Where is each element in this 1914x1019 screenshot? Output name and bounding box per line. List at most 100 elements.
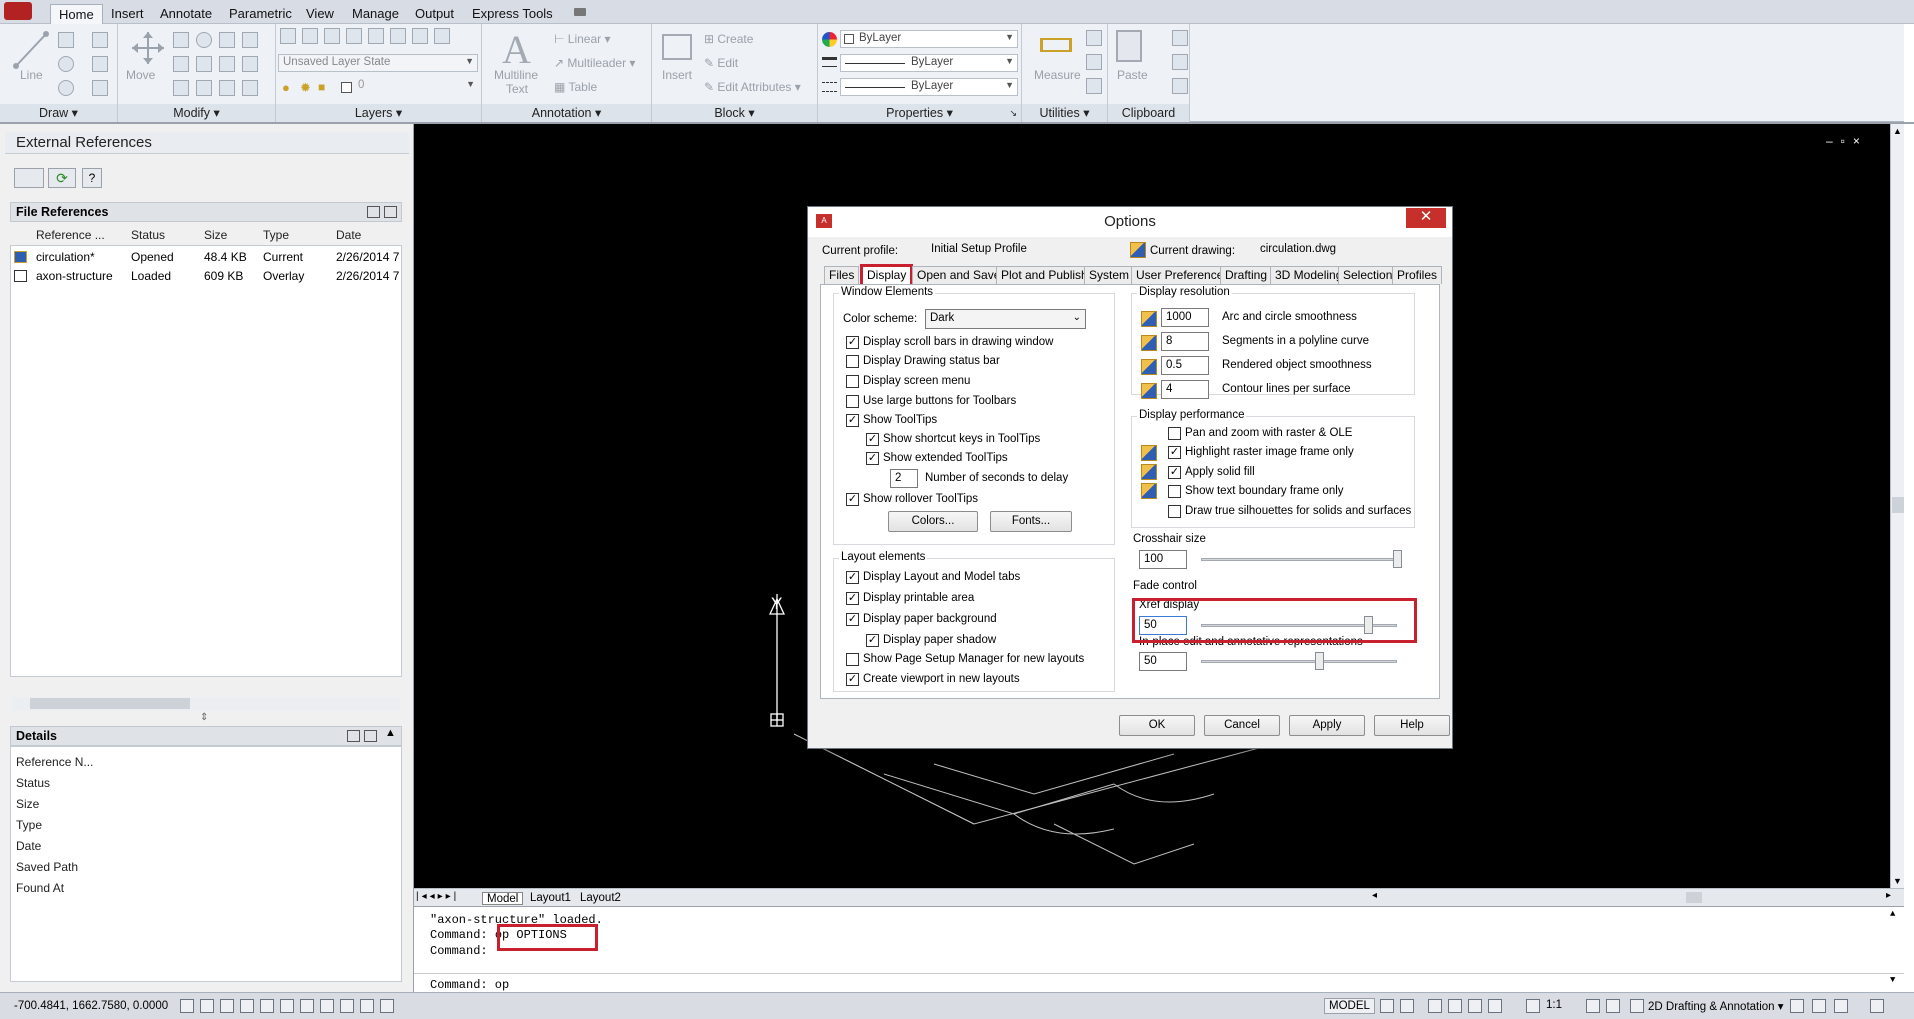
- rollover-tooltips-checkbox[interactable]: ✓: [846, 493, 859, 506]
- polyline-icon[interactable]: [58, 32, 74, 48]
- text-boundary-checkbox[interactable]: [1168, 485, 1181, 498]
- scroll-thumb[interactable]: [1892, 497, 1904, 513]
- large-buttons-checkbox[interactable]: [846, 395, 859, 408]
- tpy-icon[interactable]: [360, 999, 374, 1013]
- panel-utilities-label[interactable]: Utilities ▾: [1022, 104, 1107, 122]
- tab-home[interactable]: Home: [50, 4, 103, 24]
- viewport-window-controls[interactable]: –▫×: [1826, 134, 1868, 148]
- dialog-title-bar[interactable]: A Options ✕: [808, 207, 1452, 237]
- help-button[interactable]: Help: [1374, 715, 1450, 736]
- copy-icon[interactable]: [173, 32, 189, 48]
- scroll-down-icon[interactable]: ▼: [1893, 876, 1902, 886]
- tab-manage[interactable]: Manage: [352, 6, 399, 21]
- list-view-icon[interactable]: [367, 206, 380, 218]
- layer-isolate-icon[interactable]: [324, 28, 340, 44]
- linear-dimension-button[interactable]: ⊢ Linear ▾: [554, 32, 611, 46]
- paper-background-checkbox[interactable]: ✓: [846, 613, 859, 626]
- paper-shadow-checkbox[interactable]: ✓: [866, 634, 879, 647]
- details-view-icon[interactable]: [347, 730, 360, 742]
- scale-icon[interactable]: [173, 80, 189, 96]
- circle-icon[interactable]: [58, 56, 74, 72]
- steering-wheel-icon[interactable]: [1468, 999, 1482, 1013]
- tab-3d-modeling[interactable]: 3D Modeling: [1270, 266, 1348, 284]
- preview-view-icon[interactable]: [364, 730, 377, 742]
- stretch-icon[interactable]: [242, 56, 258, 72]
- polyline-segments-input[interactable]: 8: [1161, 332, 1209, 351]
- list-horizontal-scrollbar[interactable]: [12, 697, 400, 711]
- layer-freeze-icon[interactable]: [390, 28, 406, 44]
- hardware-acceleration-icon[interactable]: [1834, 999, 1848, 1013]
- crosshair-slider-thumb[interactable]: [1393, 550, 1402, 568]
- otrack-icon[interactable]: [280, 999, 294, 1013]
- polar-icon[interactable]: [240, 999, 254, 1013]
- tab-selection[interactable]: Selection: [1338, 266, 1398, 284]
- tab-insert[interactable]: Insert: [111, 6, 144, 21]
- tab-plot-and-publish[interactable]: Plot and Publish: [996, 266, 1093, 284]
- layer-match-icon[interactable]: [434, 28, 450, 44]
- help-icon[interactable]: ?: [82, 168, 102, 188]
- model-space-toggle[interactable]: MODEL: [1324, 998, 1375, 1014]
- join-icon[interactable]: [242, 80, 258, 96]
- quick-select-icon[interactable]: [1086, 30, 1102, 46]
- tab-annotate[interactable]: Annotate: [160, 6, 212, 21]
- hscroll-right-icon[interactable]: ▸: [1886, 890, 1891, 901]
- panel-modify-label[interactable]: Modify ▾: [118, 104, 275, 122]
- scrollbars-checkbox[interactable]: ✓: [846, 336, 859, 349]
- arc-smoothness-input[interactable]: 1000: [1161, 308, 1209, 327]
- ok-button[interactable]: OK: [1119, 715, 1195, 736]
- lock-icon[interactable]: ■: [318, 80, 325, 94]
- extended-tooltips-checkbox[interactable]: ✓: [866, 452, 879, 465]
- boundary-icon[interactable]: [92, 80, 108, 96]
- lineweight-dropdown[interactable]: ByLayer ▼: [840, 54, 1018, 72]
- fillet-icon[interactable]: [196, 56, 212, 72]
- layout-model-tabs-checkbox[interactable]: ✓: [846, 571, 859, 584]
- paste-icon[interactable]: [1116, 30, 1142, 62]
- apply-solid-fill-checkbox[interactable]: ✓: [1168, 466, 1181, 479]
- col-reference-name[interactable]: Reference ...: [36, 228, 105, 242]
- tree-view-icon[interactable]: [384, 206, 397, 218]
- page-setup-manager-checkbox[interactable]: [846, 653, 859, 666]
- table-row[interactable]: circulation* Opened 48.4 KB Current 2/26…: [10, 248, 400, 266]
- colors-button[interactable]: Colors...: [888, 511, 978, 532]
- printable-area-checkbox[interactable]: ✓: [846, 592, 859, 605]
- layout-tab-layout1[interactable]: Layout1: [526, 892, 575, 905]
- measure-icon[interactable]: [1040, 38, 1072, 52]
- true-silhouettes-checkbox[interactable]: [1168, 505, 1181, 518]
- lightbulb-icon[interactable]: ●: [282, 80, 290, 95]
- multileader-button[interactable]: ↗ Multileader ▾: [554, 56, 635, 70]
- show-tooltips-checkbox[interactable]: ✓: [846, 414, 859, 427]
- table-row[interactable]: axon-structure Loaded 609 KB Overlay 2/2…: [10, 267, 400, 285]
- collapse-icon[interactable]: ▲: [385, 727, 396, 739]
- tab-drafting[interactable]: Drafting: [1220, 266, 1273, 284]
- apply-button[interactable]: Apply: [1289, 715, 1365, 736]
- dyn-icon[interactable]: [320, 999, 334, 1013]
- col-size[interactable]: Size: [204, 228, 227, 242]
- snap-icon[interactable]: [180, 999, 194, 1013]
- crosshair-size-slider[interactable]: [1201, 558, 1397, 561]
- color-scheme-select[interactable]: Dark ⌄: [925, 309, 1086, 329]
- tab-view[interactable]: View: [306, 6, 334, 21]
- annotation-scale-icon[interactable]: [1526, 999, 1540, 1013]
- layer-state-icon[interactable]: [302, 28, 318, 44]
- copy-clip-icon[interactable]: [1172, 54, 1188, 70]
- col-status[interactable]: Status: [131, 228, 165, 242]
- quick-view-layouts-icon[interactable]: [1380, 999, 1394, 1013]
- coordinates-readout[interactable]: -700.4841, 1662.7580, 0.0000: [14, 1000, 168, 1012]
- tab-system[interactable]: System: [1084, 266, 1135, 284]
- create-block-button[interactable]: ⊞ Create: [704, 32, 753, 46]
- annotation-visibility-icon[interactable]: [1586, 999, 1600, 1013]
- attach-dwg-button[interactable]: [14, 168, 44, 188]
- lineweight-toggle-icon[interactable]: [340, 999, 354, 1013]
- linetype-dropdown[interactable]: ByLayer ▼: [840, 78, 1018, 96]
- panel-draw-label[interactable]: Draw ▾: [0, 104, 117, 122]
- layer-state-dropdown[interactable]: Unsaved Layer State ▼: [278, 54, 478, 72]
- pan-icon[interactable]: [1428, 999, 1442, 1013]
- tab-nav-arrows[interactable]: |◂◂▸▸|: [416, 891, 459, 902]
- tab-parametric[interactable]: Parametric: [229, 6, 292, 21]
- layer-off-icon[interactable]: [368, 28, 384, 44]
- color-dropdown[interactable]: ByLayer ▼: [840, 30, 1018, 48]
- move-icon[interactable]: [130, 30, 166, 66]
- grid-icon[interactable]: [200, 999, 214, 1013]
- mirror-icon[interactable]: [173, 56, 189, 72]
- trim-icon[interactable]: [219, 32, 235, 48]
